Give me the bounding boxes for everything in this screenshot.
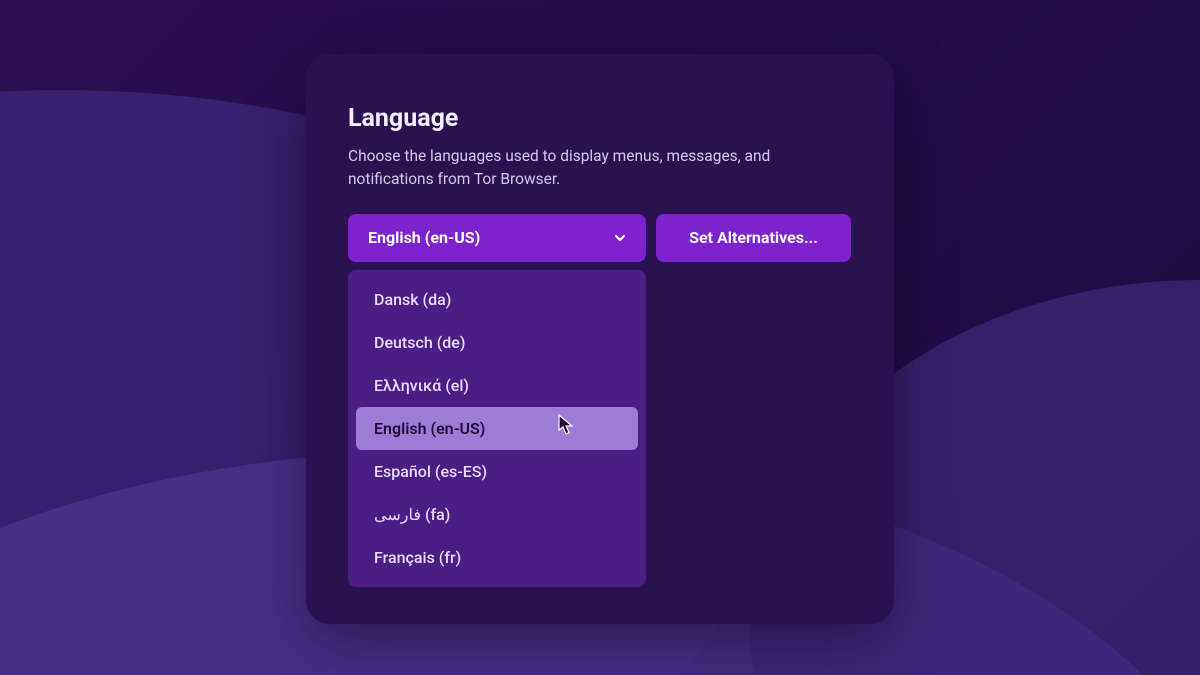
language-option[interactable]: Ελληνικά (el) xyxy=(356,364,638,407)
language-option-label: Dansk (da) xyxy=(374,290,451,309)
page-title: Language xyxy=(348,104,852,133)
language-option-label: Français (fr) xyxy=(374,548,461,567)
chevron-down-icon xyxy=(612,230,628,246)
language-option[interactable]: فارسی (fa) xyxy=(356,493,638,536)
language-dropdown-menu: Dansk (da) Deutsch (de) Ελληνικά (el) Engli… xyxy=(348,270,646,587)
language-option-label: فارسی (fa) xyxy=(374,505,450,524)
language-option-label: English (en-US) xyxy=(374,419,485,438)
language-option[interactable]: English (en-US) xyxy=(356,407,638,450)
language-option[interactable]: Dansk (da) xyxy=(356,278,638,321)
set-alternatives-button[interactable]: Set Alternatives... xyxy=(656,214,851,262)
language-settings-card: Language Choose the languages used to di… xyxy=(306,54,894,624)
language-option[interactable]: Deutsch (de) xyxy=(356,321,638,364)
language-option[interactable]: Español (es-ES) xyxy=(356,450,638,493)
language-dropdown-selected-label: English (en-US) xyxy=(368,228,480,247)
page-description: Choose the languages used to display men… xyxy=(348,145,808,192)
language-option-label: Ελληνικά (el) xyxy=(374,376,469,395)
set-alternatives-label: Set Alternatives... xyxy=(689,228,818,247)
language-option-label: Deutsch (de) xyxy=(374,333,465,352)
language-option-label: Español (es-ES) xyxy=(374,462,487,481)
language-dropdown-button[interactable]: English (en-US) xyxy=(348,214,646,262)
language-option[interactable]: Français (fr) xyxy=(356,536,638,579)
controls-row: English (en-US) Set Alternatives... xyxy=(348,214,852,262)
